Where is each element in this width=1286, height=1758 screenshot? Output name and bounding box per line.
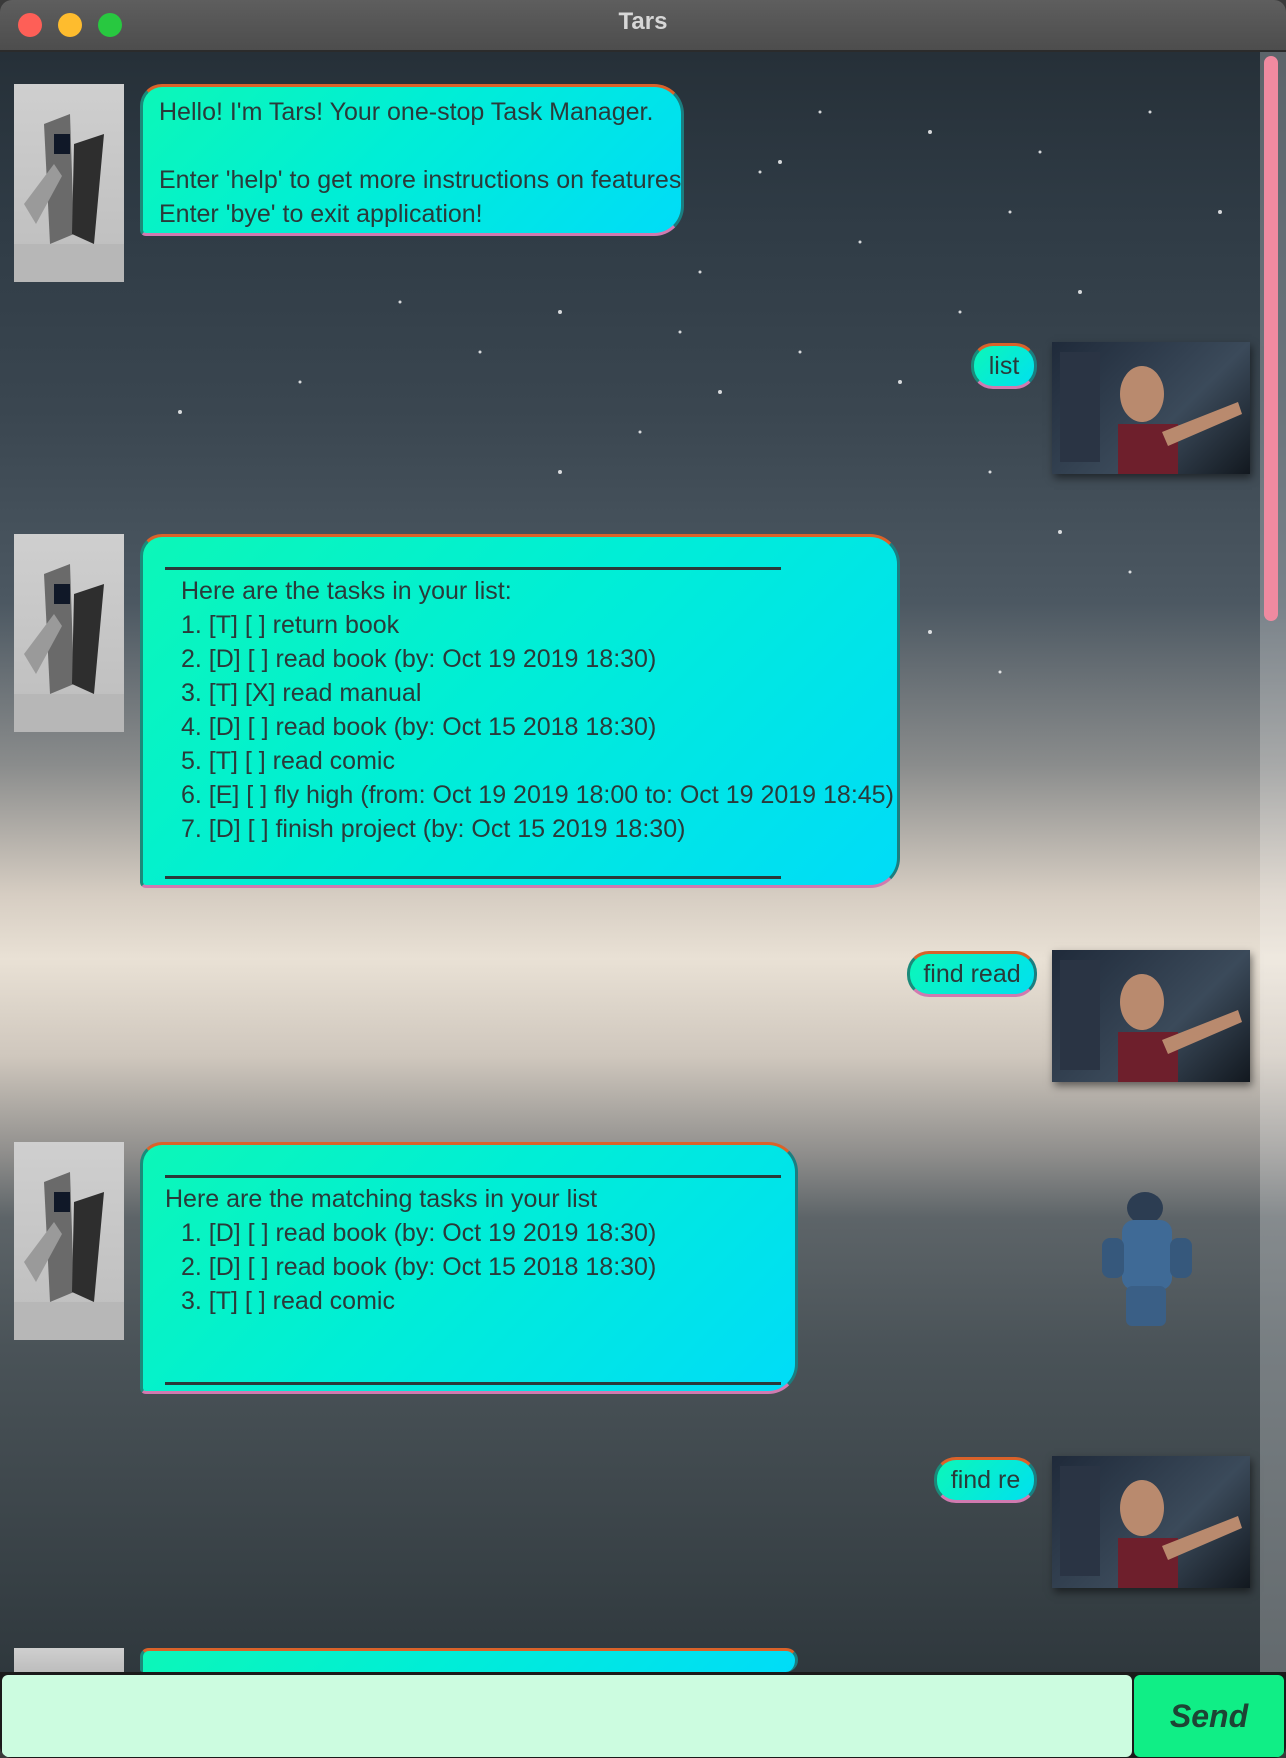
- list-item: 5. [T] [ ] read comic: [181, 747, 395, 775]
- list-item: 4. [D] [ ] read book (by: Oct 15 2018 18…: [181, 713, 657, 741]
- user-avatar: [1052, 950, 1250, 1082]
- tars-avatar: [14, 84, 124, 282]
- greeting-line: Hello! I'm Tars! Your one-stop Task Mana…: [159, 98, 654, 126]
- bot-find-results-bubble: Here are the matching tasks in your list…: [140, 1142, 798, 1394]
- divider: [165, 567, 781, 570]
- divider: [165, 876, 781, 879]
- astronaut-figure: [1102, 1192, 1192, 1326]
- send-button[interactable]: Send: [1134, 1675, 1284, 1757]
- find-header: Here are the matching tasks in your list: [165, 1185, 598, 1213]
- greeting-line: Enter 'help' to get more instructions on…: [159, 166, 682, 194]
- list-header: Here are the tasks in your list:: [181, 577, 512, 605]
- divider: [165, 1175, 781, 1178]
- list-item: 7. [D] [ ] finish project (by: Oct 15 20…: [181, 815, 686, 843]
- list-item: 6. [E] [ ] fly high (from: Oct 19 2019 1…: [181, 781, 894, 809]
- user-photo-icon: [1060, 1466, 1242, 1588]
- scrollbar-thumb[interactable]: [1264, 56, 1278, 621]
- title-bar: Tars: [0, 0, 1286, 52]
- greeting-line: Enter 'bye' to exit application!: [159, 200, 483, 228]
- bot-greeting-bubble: Hello! I'm Tars! Your one-stop Task Mana…: [140, 84, 684, 236]
- list-item: 3. [T] [X] read manual: [181, 679, 422, 707]
- list-item: 1. [D] [ ] read book (by: Oct 19 2019 18…: [181, 1219, 657, 1247]
- user-message-bubble: find read: [907, 951, 1037, 997]
- tars-robot-icon: [14, 564, 124, 732]
- list-item: 2. [D] [ ] read book (by: Oct 15 2018 18…: [181, 1253, 657, 1281]
- tars-avatar: [14, 1648, 124, 1672]
- user-avatar: [1052, 342, 1250, 474]
- bot-task-list-bubble: Here are the tasks in your list: 1. [T] …: [140, 534, 900, 888]
- list-item: 2. [D] [ ] read book (by: Oct 19 2019 18…: [181, 645, 657, 673]
- window-title: Tars: [618, 8, 668, 35]
- user-message-bubble: list: [971, 343, 1037, 389]
- tars-robot-icon: [14, 114, 124, 282]
- tars-robot-icon: [14, 1172, 124, 1340]
- user-message-bubble: find re: [934, 1457, 1037, 1503]
- bot-reply-bubble: [140, 1648, 798, 1672]
- list-item: 1. [T] [ ] return book: [181, 611, 400, 639]
- divider: [165, 1382, 781, 1385]
- tars-avatar: [14, 534, 124, 732]
- user-avatar: [1052, 1456, 1250, 1588]
- list-item: 3. [T] [ ] read comic: [181, 1287, 395, 1315]
- user-photo-icon: [1060, 352, 1242, 474]
- user-photo-icon: [1060, 960, 1242, 1082]
- tars-avatar: [14, 1142, 124, 1340]
- message-input[interactable]: [2, 1675, 1132, 1757]
- app-window: Tars Hello! I'm Tars! Your one-stop Task…: [0, 0, 1286, 1758]
